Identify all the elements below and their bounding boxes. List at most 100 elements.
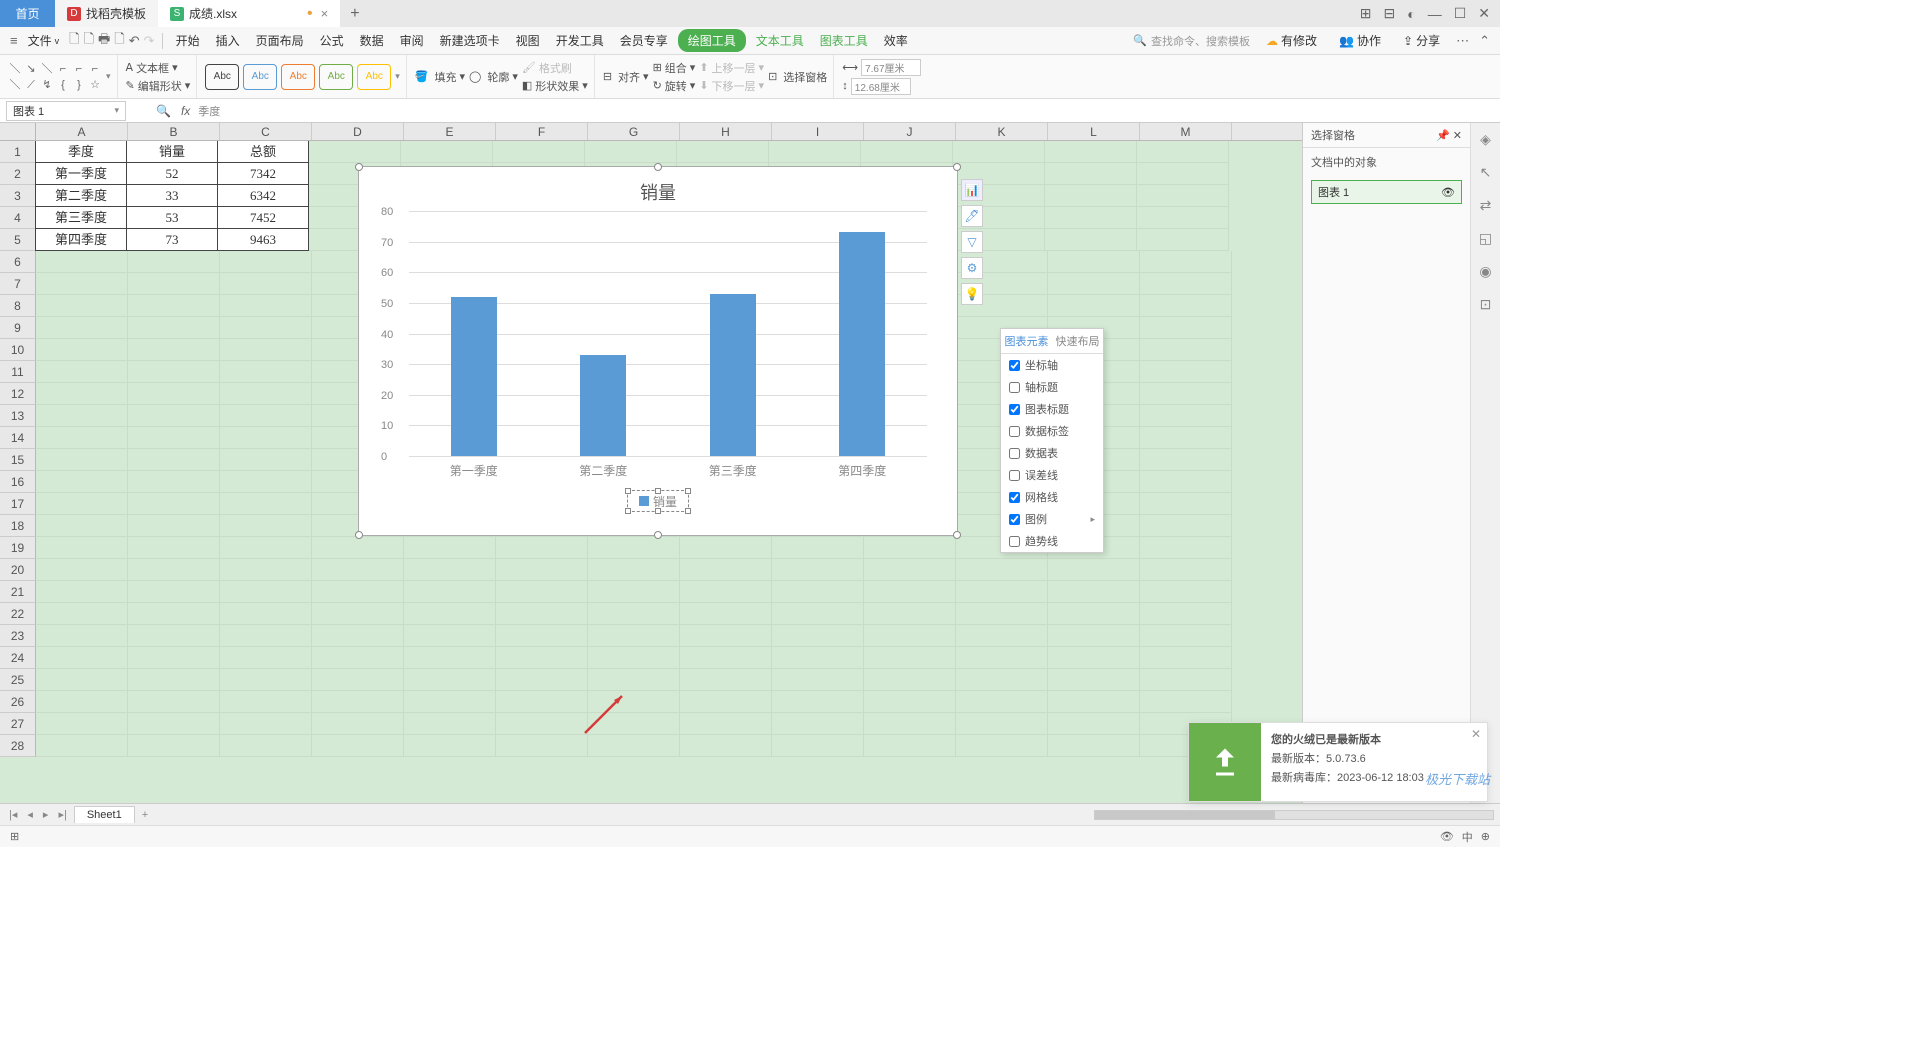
cell[interactable] — [864, 537, 956, 559]
row-header[interactable]: 19 — [0, 537, 36, 559]
cell[interactable] — [496, 603, 588, 625]
cell[interactable] — [1048, 581, 1140, 603]
side-icon-3[interactable]: ◱ — [1479, 230, 1492, 247]
cell[interactable] — [861, 141, 953, 163]
cell[interactable] — [128, 251, 220, 273]
popup-item[interactable]: 误差线 — [1001, 464, 1103, 486]
cell[interactable] — [1140, 537, 1232, 559]
cell[interactable] — [680, 625, 772, 647]
cell[interactable] — [128, 713, 220, 735]
cell[interactable] — [220, 427, 312, 449]
cell[interactable] — [1140, 603, 1232, 625]
user-icon[interactable]: ◐ — [1407, 6, 1415, 22]
preset-3[interactable]: Abc — [281, 64, 315, 90]
collapse-icon[interactable]: ⌃ — [1479, 33, 1490, 49]
cell[interactable] — [36, 669, 128, 691]
cell[interactable] — [36, 581, 128, 603]
cell[interactable] — [36, 647, 128, 669]
cell[interactable] — [588, 625, 680, 647]
cell[interactable] — [1140, 427, 1232, 449]
cell[interactable] — [36, 295, 128, 317]
cell[interactable] — [680, 559, 772, 581]
row-header[interactable]: 16 — [0, 471, 36, 493]
spreadsheet[interactable]: ABCDEFGHIJKLM 1季度销量总额2第一季度5273423第二季度336… — [0, 123, 1302, 803]
menu-vip[interactable]: 会员专享 — [614, 29, 674, 52]
preview-icon[interactable]: 🗋 — [114, 30, 124, 52]
row-header[interactable]: 12 — [0, 383, 36, 405]
cell[interactable] — [128, 625, 220, 647]
cell[interactable]: 7342 — [217, 162, 309, 185]
row-header[interactable]: 20 — [0, 559, 36, 581]
menu-drawtools[interactable]: 绘图工具 — [678, 29, 746, 52]
cell[interactable] — [956, 713, 1048, 735]
chart-elements-btn[interactable]: 📊 — [961, 179, 983, 201]
cell[interactable] — [404, 581, 496, 603]
editshape-btn[interactable]: ✎ 编辑形状 ▾ — [126, 78, 191, 94]
cell[interactable] — [1137, 185, 1229, 207]
cell[interactable] — [404, 559, 496, 581]
cell[interactable] — [312, 559, 404, 581]
menu-texttools[interactable]: 文本工具 — [750, 29, 810, 52]
cell[interactable] — [312, 537, 404, 559]
cell[interactable] — [1140, 383, 1232, 405]
popup-checkbox[interactable] — [1009, 360, 1020, 371]
cell[interactable] — [36, 603, 128, 625]
cell[interactable] — [312, 625, 404, 647]
cell[interactable] — [312, 713, 404, 735]
cell[interactable] — [404, 537, 496, 559]
popup-checkbox[interactable] — [1009, 382, 1020, 393]
chart-ideas-btn[interactable]: 💡 — [961, 283, 983, 305]
cell[interactable] — [404, 735, 496, 757]
changes-btn[interactable]: ☁ 有修改 — [1260, 29, 1323, 52]
cell[interactable] — [36, 713, 128, 735]
cell[interactable] — [588, 603, 680, 625]
cell[interactable] — [1045, 185, 1137, 207]
cell[interactable] — [36, 449, 128, 471]
chart-bar[interactable] — [710, 294, 756, 456]
cell[interactable] — [36, 559, 128, 581]
row-header[interactable]: 9 — [0, 317, 36, 339]
cell[interactable] — [956, 735, 1048, 757]
popup-tab-elements[interactable]: 图表元素 — [1001, 329, 1052, 353]
cell[interactable]: 73 — [126, 228, 218, 251]
popup-item[interactable]: 图表标题 — [1001, 398, 1103, 420]
cell[interactable] — [1140, 559, 1232, 581]
cell[interactable]: 52 — [126, 162, 218, 185]
cell[interactable] — [312, 691, 404, 713]
cell[interactable] — [312, 647, 404, 669]
cell[interactable] — [680, 537, 772, 559]
cell[interactable] — [312, 581, 404, 603]
row-header[interactable]: 26 — [0, 691, 36, 713]
row-header[interactable]: 25 — [0, 669, 36, 691]
panel-object-item[interactable]: 图表 1 👁 — [1311, 180, 1462, 204]
cell[interactable] — [1048, 713, 1140, 735]
cell[interactable] — [772, 537, 864, 559]
cell[interactable]: 33 — [126, 184, 218, 207]
cell[interactable] — [220, 383, 312, 405]
cell[interactable] — [864, 713, 956, 735]
cell[interactable]: 销量 — [126, 140, 218, 163]
cell[interactable] — [956, 603, 1048, 625]
cell[interactable] — [128, 471, 220, 493]
menu-start[interactable]: 开始 — [170, 29, 206, 52]
popup-item[interactable]: 网格线 — [1001, 486, 1103, 508]
sheet-nav-first[interactable]: |◂ — [6, 808, 20, 821]
name-box[interactable]: 图表 1▾ — [6, 101, 126, 121]
cell[interactable] — [220, 625, 312, 647]
side-icon-2[interactable]: ⇄ — [1480, 197, 1492, 214]
cell[interactable] — [1140, 493, 1232, 515]
popup-checkbox[interactable] — [1009, 514, 1020, 525]
pin-icon[interactable]: 📌 — [1436, 130, 1450, 142]
cell[interactable] — [128, 361, 220, 383]
row-header[interactable]: 2 — [0, 163, 36, 185]
cell[interactable] — [493, 141, 585, 163]
row-header[interactable]: 1 — [0, 141, 36, 163]
cell[interactable] — [128, 493, 220, 515]
cell[interactable] — [772, 625, 864, 647]
preset-5[interactable]: Abc — [357, 64, 391, 90]
cell[interactable] — [772, 691, 864, 713]
cell[interactable] — [588, 559, 680, 581]
cell[interactable] — [36, 471, 128, 493]
sheet-nav-prev[interactable]: ◂ — [24, 808, 36, 821]
cell[interactable] — [36, 427, 128, 449]
